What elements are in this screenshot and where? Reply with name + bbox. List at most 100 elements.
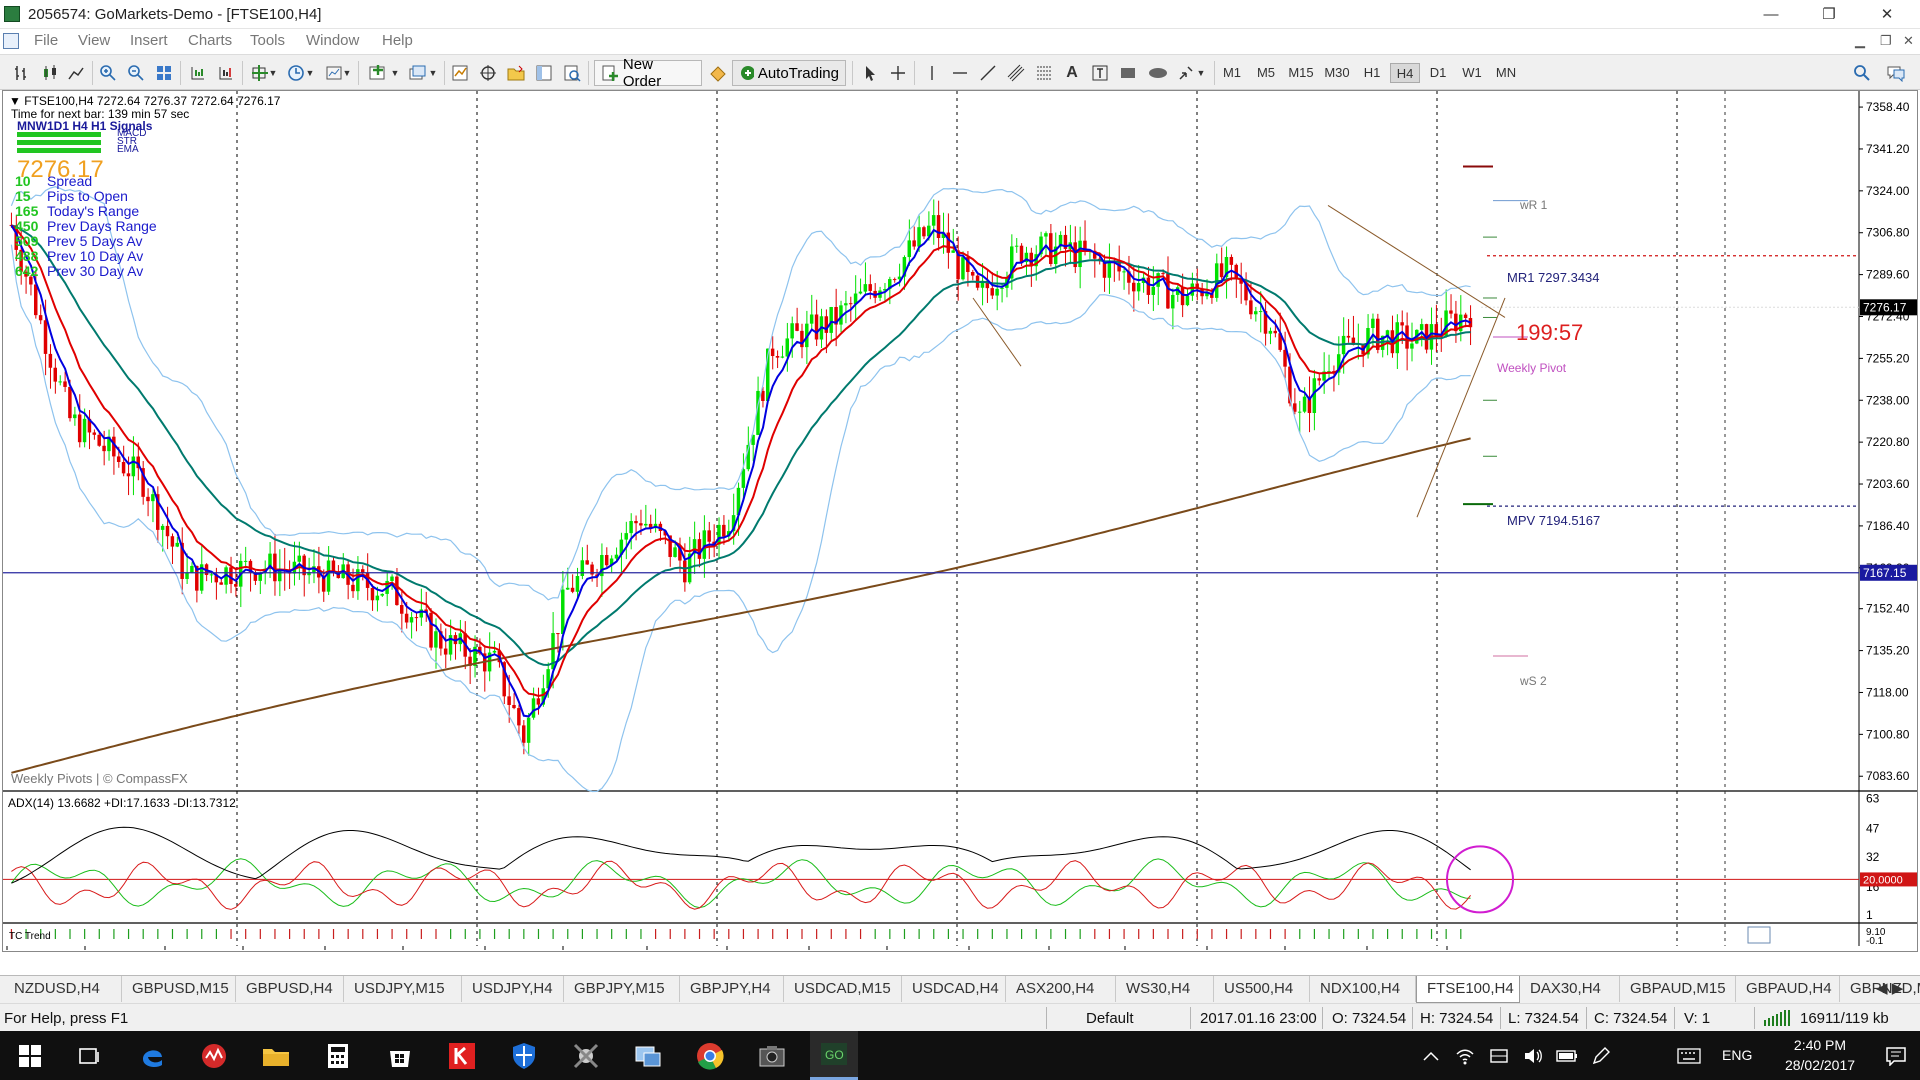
mdi-restore-icon[interactable]: ❐ bbox=[1880, 33, 1892, 49]
menu-insert[interactable]: Insert bbox=[130, 32, 168, 49]
price-chart[interactable]: 7358.407341.207324.007306.807289.607272.… bbox=[3, 91, 1917, 951]
chart-tab[interactable]: WS30,H4 bbox=[1116, 976, 1214, 1002]
metatrader-icon[interactable]: GO bbox=[810, 1031, 858, 1080]
remote-app-icon[interactable] bbox=[624, 1031, 672, 1080]
candlestick-icon[interactable] bbox=[38, 61, 62, 85]
mdi-close-icon[interactable]: ✕ bbox=[1903, 33, 1914, 49]
menu-charts[interactable]: Charts bbox=[188, 32, 232, 49]
zoom-out-icon[interactable] bbox=[124, 61, 148, 85]
kaspersky-icon[interactable] bbox=[438, 1031, 486, 1080]
chart-tab[interactable]: US500,H4 bbox=[1214, 976, 1310, 1002]
tile-windows-icon[interactable] bbox=[152, 61, 176, 85]
search-icon[interactable] bbox=[1850, 61, 1874, 85]
rectangle-icon[interactable] bbox=[1116, 61, 1140, 85]
timeframe-w1[interactable]: W1 bbox=[1458, 63, 1486, 83]
chart-tab[interactable]: GBPAUD,H4 bbox=[1736, 976, 1840, 1002]
touch-keyboard-icon[interactable] bbox=[1672, 1031, 1706, 1080]
chart-window[interactable]: 7358.40 7341.20 7324.00 7306.80 7289.60 7272.… bbox=[2, 90, 1918, 952]
timeframe-h4[interactable]: H4 bbox=[1390, 63, 1420, 83]
timeframe-m30[interactable]: M30 bbox=[1320, 63, 1354, 83]
fibonacci-icon[interactable] bbox=[1032, 61, 1056, 85]
file-explorer-icon[interactable] bbox=[252, 1031, 300, 1080]
keyboard-input-icon[interactable] bbox=[1482, 1031, 1516, 1080]
tab-scroll-arrows-icon[interactable]: ◀ ▶ bbox=[1866, 976, 1920, 1002]
mdi-minimize-icon[interactable]: ▁ bbox=[1855, 33, 1865, 49]
text-tool-icon[interactable]: A bbox=[1060, 61, 1084, 85]
timeframe-m5[interactable]: M5 bbox=[1252, 63, 1280, 83]
new-order-button[interactable]: New Order bbox=[594, 56, 702, 90]
line-chart-icon[interactable] bbox=[64, 61, 88, 85]
chart-tab[interactable]: NZDUSD,H4 bbox=[4, 976, 122, 1002]
chart-tab[interactable]: USDJPY,H4 bbox=[462, 976, 564, 1002]
profiles-icon[interactable] bbox=[406, 61, 430, 85]
close-button[interactable]: ✕ bbox=[1864, 0, 1910, 29]
bar-chart-icon[interactable] bbox=[10, 61, 34, 85]
crosshair-nav-icon[interactable] bbox=[476, 61, 500, 85]
chart-tab[interactable]: NDX100,H4 bbox=[1310, 976, 1416, 1002]
timeframe-h1[interactable]: H1 bbox=[1358, 63, 1386, 83]
chart-tab[interactable]: GBPUSD,H4 bbox=[236, 976, 344, 1002]
timeframe-d1[interactable]: D1 bbox=[1424, 63, 1452, 83]
windows-start-icon[interactable] bbox=[6, 1031, 54, 1080]
chart-menu-icon[interactable]: ▼ bbox=[9, 94, 21, 108]
chart-tab[interactable]: GBPUSD,M15 bbox=[122, 976, 236, 1002]
timeframe-m15[interactable]: M15 bbox=[1284, 63, 1318, 83]
arrows-icon[interactable] bbox=[1174, 61, 1198, 85]
chevron-down-icon[interactable]: ▼ bbox=[268, 61, 278, 85]
calculator-icon[interactable] bbox=[314, 1031, 362, 1080]
network-wifi-icon[interactable] bbox=[1448, 1031, 1482, 1080]
menu-tools[interactable]: Tools bbox=[250, 32, 285, 49]
chart-tab[interactable]: ASX200,H4 bbox=[1006, 976, 1116, 1002]
battery-icon[interactable] bbox=[1550, 1031, 1584, 1080]
terminal-icon[interactable] bbox=[532, 61, 556, 85]
strategy-tester-icon[interactable] bbox=[560, 61, 584, 85]
channel-icon[interactable] bbox=[1004, 61, 1028, 85]
restore-button[interactable]: ❐ bbox=[1806, 0, 1852, 29]
chevron-down-icon[interactable]: ▼ bbox=[390, 61, 400, 85]
chart-tab[interactable]: USDCAD,H4 bbox=[902, 976, 1006, 1002]
store-icon[interactable] bbox=[376, 1031, 424, 1080]
satellite-app-icon[interactable] bbox=[562, 1031, 610, 1080]
volume-icon[interactable] bbox=[1516, 1031, 1550, 1080]
chevron-down-icon[interactable]: ▼ bbox=[1196, 61, 1206, 85]
clock-date[interactable]: 28/02/2017 bbox=[1772, 1057, 1868, 1073]
chart-window-icon[interactable] bbox=[3, 33, 19, 49]
camera-app-icon[interactable] bbox=[748, 1031, 796, 1080]
chart-tab[interactable]: USDCAD,M15 bbox=[784, 976, 902, 1002]
ellipse-icon[interactable] bbox=[1146, 61, 1170, 85]
new-chart-icon[interactable] bbox=[366, 61, 390, 85]
edge-browser-icon[interactable] bbox=[128, 1031, 176, 1080]
menu-help[interactable]: Help bbox=[382, 32, 413, 49]
app-circle-icon[interactable] bbox=[190, 1031, 238, 1080]
cursor-arrow-icon[interactable] bbox=[858, 61, 882, 85]
navigator-folder-icon[interactable] bbox=[504, 61, 528, 85]
clock-time[interactable]: 2:40 PM bbox=[1772, 1037, 1868, 1053]
minimize-button[interactable]: — bbox=[1748, 0, 1794, 29]
chat-icon[interactable] bbox=[1884, 61, 1908, 85]
menu-view[interactable]: View bbox=[78, 32, 110, 49]
text-label-icon[interactable] bbox=[1088, 61, 1112, 85]
task-view-icon[interactable] bbox=[66, 1031, 114, 1080]
chart-shift-icon[interactable] bbox=[214, 61, 238, 85]
language-indicator[interactable]: ENG bbox=[1722, 1047, 1752, 1063]
defender-shield-icon[interactable] bbox=[500, 1031, 548, 1080]
vertical-line-icon[interactable] bbox=[920, 61, 944, 85]
chart-tab[interactable]: GBPJPY,M15 bbox=[564, 976, 680, 1002]
chart-tab[interactable]: FTSE100,H4 bbox=[1416, 976, 1520, 1003]
chevron-down-icon[interactable]: ▼ bbox=[342, 61, 352, 85]
zoom-in-icon[interactable] bbox=[96, 61, 120, 85]
menu-window[interactable]: Window bbox=[306, 32, 359, 49]
notifications-icon[interactable] bbox=[1872, 1031, 1920, 1080]
timeframe-mn[interactable]: MN bbox=[1490, 63, 1522, 83]
chart-tab[interactable]: GBPAUD,M15 bbox=[1620, 976, 1736, 1002]
trendline-icon[interactable] bbox=[976, 61, 1000, 85]
chevron-down-icon[interactable]: ▼ bbox=[305, 61, 315, 85]
auto-scroll-icon[interactable] bbox=[186, 61, 210, 85]
autotrading-button[interactable]: AutoTrading bbox=[732, 60, 846, 86]
market-watch-icon[interactable] bbox=[448, 61, 472, 85]
chevron-down-icon[interactable]: ▼ bbox=[428, 61, 438, 85]
chart-tab[interactable]: USDJPY,M15 bbox=[344, 976, 462, 1002]
chart-tab[interactable]: DAX30,H4 bbox=[1520, 976, 1620, 1002]
timeframe-m1[interactable]: M1 bbox=[1218, 63, 1246, 83]
show-hidden-icons-icon[interactable] bbox=[1414, 1031, 1448, 1080]
